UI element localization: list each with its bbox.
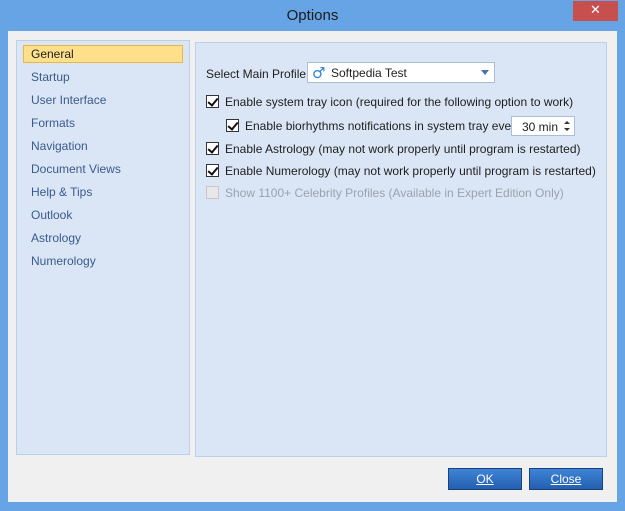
- biorhythms-checkbox[interactable]: [226, 119, 239, 132]
- numerology-label: Enable Numerology (may not work properly…: [225, 164, 596, 178]
- nav-item-document-views[interactable]: Document Views: [23, 160, 183, 178]
- nav-item-numerology[interactable]: Numerology: [23, 252, 183, 270]
- nav-item-formats[interactable]: Formats: [23, 114, 183, 132]
- nav-item-outlook[interactable]: Outlook: [23, 206, 183, 224]
- interval-value: 30 min: [522, 120, 559, 134]
- main-profile-value: Softpedia Test: [331, 66, 407, 80]
- nav-item-startup[interactable]: Startup: [23, 68, 183, 86]
- window-title: Options: [286, 7, 339, 24]
- system-tray-checkbox[interactable]: [206, 95, 219, 108]
- chevron-down-icon: [481, 70, 489, 75]
- nav-item-help-tips[interactable]: Help & Tips: [23, 183, 183, 201]
- main-profile-dropdown[interactable]: ♂ Softpedia Test: [307, 62, 495, 83]
- nav-item-navigation[interactable]: Navigation: [23, 137, 183, 155]
- biorhythms-label: Enable biorhythms notifications in syste…: [245, 119, 522, 133]
- title-bar[interactable]: Options ✕: [0, 0, 625, 32]
- spin-up-icon[interactable]: [564, 121, 570, 124]
- general-settings-panel: Select Main Profile: ♂ Softpedia Test En…: [195, 42, 607, 457]
- window-close-button[interactable]: ✕: [573, 1, 618, 21]
- ok-button[interactable]: OK: [448, 468, 522, 490]
- main-profile-label: Select Main Profile:: [206, 67, 310, 81]
- interval-stepper[interactable]: 30 min: [511, 116, 575, 136]
- astrology-label: Enable Astrology (may not work properly …: [225, 142, 581, 156]
- male-symbol-icon: ♂: [312, 64, 326, 82]
- category-list: General Startup User Interface Formats N…: [16, 40, 190, 455]
- system-tray-label: Enable system tray icon (required for th…: [225, 95, 574, 109]
- nav-item-user-interface[interactable]: User Interface: [23, 91, 183, 109]
- numerology-checkbox[interactable]: [206, 164, 219, 177]
- dialog-body: General Startup User Interface Formats N…: [8, 31, 617, 502]
- astrology-checkbox[interactable]: [206, 142, 219, 155]
- celebrity-profiles-checkbox: [206, 186, 219, 199]
- options-window: Options ✕ General Startup User Interface…: [0, 0, 625, 511]
- nav-item-astrology[interactable]: Astrology: [23, 229, 183, 247]
- spin-down-icon[interactable]: [564, 128, 570, 131]
- close-button[interactable]: Close: [529, 468, 603, 490]
- nav-item-general[interactable]: General: [23, 45, 183, 63]
- celebrity-profiles-label: Show 1100+ Celebrity Profiles (Available…: [225, 186, 564, 200]
